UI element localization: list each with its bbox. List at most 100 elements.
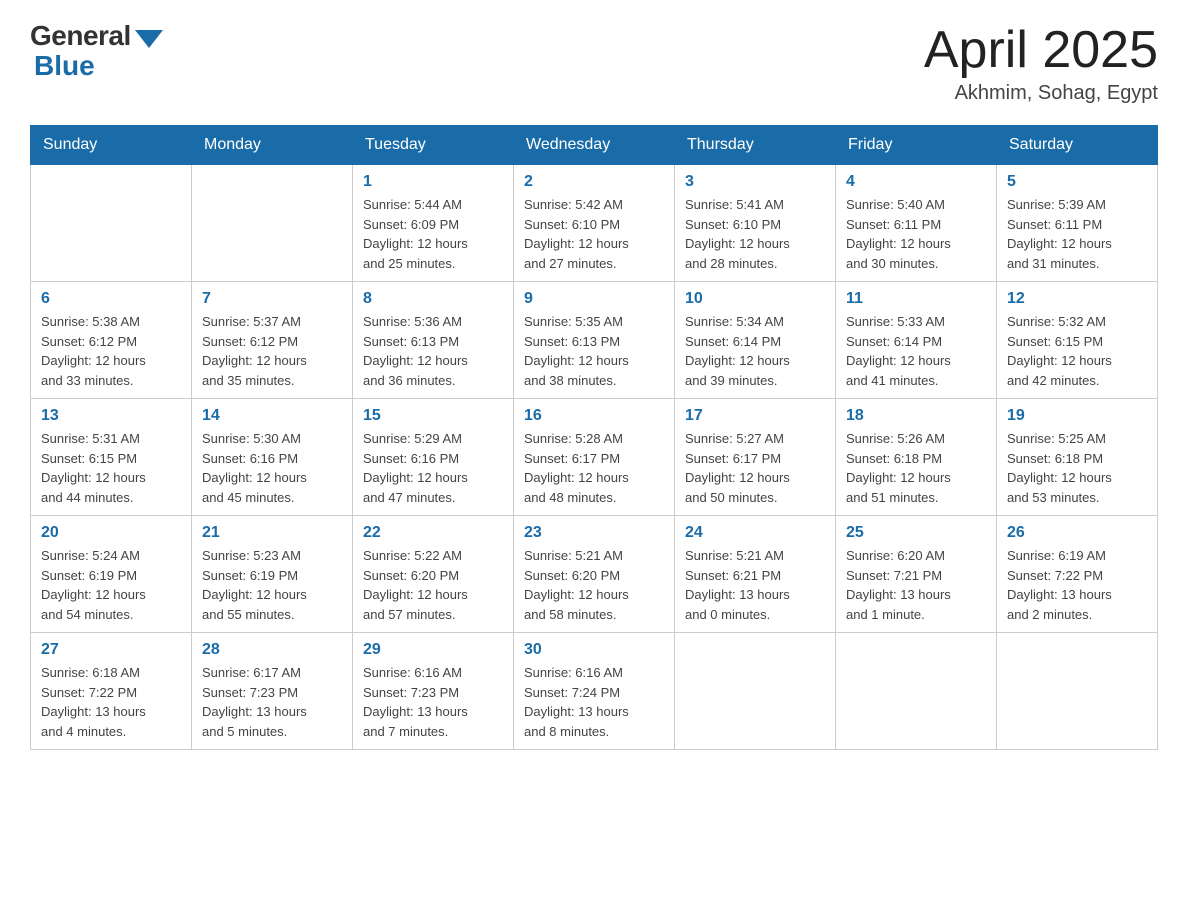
calendar-cell: 30 Sunrise: 6:16 AM Sunset: 7:24 PM Dayli… xyxy=(514,633,675,750)
day-info: Sunrise: 5:22 AM Sunset: 6:20 PM Dayligh… xyxy=(363,546,503,624)
weekday-header-wednesday: Wednesday xyxy=(514,126,675,165)
calendar-cell: 13 Sunrise: 5:31 AM Sunset: 6:15 PM Dayli… xyxy=(31,399,192,516)
calendar-cell: 15Sunrise: 5:29 AM Sunset: 6:16 PM Dayli… xyxy=(353,399,514,516)
day-number: 23 xyxy=(524,524,664,542)
day-number: 14 xyxy=(202,407,342,425)
day-number: 12 xyxy=(1007,290,1147,308)
day-info: Sunrise: 5:28 AM Sunset: 6:17 PM Dayligh… xyxy=(524,429,664,507)
day-info: Sunrise: 6:19 AM Sunset: 7:22 PM Dayligh… xyxy=(1007,546,1147,624)
page-header: General Blue April 2025 Akhmim, Sohag, E… xyxy=(30,20,1158,105)
day-number: 17 xyxy=(685,407,825,425)
weekday-header-sunday: Sunday xyxy=(31,126,192,165)
weekday-header-monday: Monday xyxy=(192,126,353,165)
day-info: Sunrise: 5:35 AM Sunset: 6:13 PM Dayligh… xyxy=(524,312,664,390)
day-info: Sunrise: 6:16 AM Sunset: 7:23 PM Dayligh… xyxy=(363,663,503,741)
day-info: Sunrise: 5:40 AM Sunset: 6:11 PM Dayligh… xyxy=(846,195,986,273)
day-info: Sunrise: 6:16 AM Sunset: 7:24 PM Dayligh… xyxy=(524,663,664,741)
day-number: 18 xyxy=(846,407,986,425)
calendar-cell: 19 Sunrise: 5:25 AM Sunset: 6:18 PM Dayli… xyxy=(997,399,1158,516)
calendar-cell: 6 Sunrise: 5:38 AM Sunset: 6:12 PM Daylig… xyxy=(31,282,192,399)
logo: General Blue xyxy=(30,20,163,82)
calendar-week-row: 6 Sunrise: 5:38 AM Sunset: 6:12 PM Daylig… xyxy=(31,282,1158,399)
weekday-header-friday: Friday xyxy=(836,126,997,165)
calendar-cell: 1Sunrise: 5:44 AM Sunset: 6:09 PM Daylig… xyxy=(353,165,514,282)
calendar-cell: 20 Sunrise: 5:24 AM Sunset: 6:19 PM Dayli… xyxy=(31,516,192,633)
day-number: 30 xyxy=(524,641,664,659)
calendar-cell: 26 Sunrise: 6:19 AM Sunset: 7:22 PM Dayli… xyxy=(997,516,1158,633)
day-info: Sunrise: 5:30 AM Sunset: 6:16 PM Dayligh… xyxy=(202,429,342,507)
logo-blue-text: Blue xyxy=(34,50,95,82)
day-info: Sunrise: 5:36 AM Sunset: 6:13 PM Dayligh… xyxy=(363,312,503,390)
weekday-header-saturday: Saturday xyxy=(997,126,1158,165)
day-number: 13 xyxy=(41,407,181,425)
calendar-cell: 23 Sunrise: 5:21 AM Sunset: 6:20 PM Dayli… xyxy=(514,516,675,633)
calendar-cell: 7Sunrise: 5:37 AM Sunset: 6:12 PM Daylig… xyxy=(192,282,353,399)
calendar-cell: 21Sunrise: 5:23 AM Sunset: 6:19 PM Dayli… xyxy=(192,516,353,633)
day-number: 8 xyxy=(363,290,503,308)
day-number: 6 xyxy=(41,290,181,308)
logo-general-text: General xyxy=(30,20,131,52)
calendar-week-row: 1Sunrise: 5:44 AM Sunset: 6:09 PM Daylig… xyxy=(31,165,1158,282)
day-info: Sunrise: 5:21 AM Sunset: 6:20 PM Dayligh… xyxy=(524,546,664,624)
day-number: 24 xyxy=(685,524,825,542)
calendar-cell: 9 Sunrise: 5:35 AM Sunset: 6:13 PM Daylig… xyxy=(514,282,675,399)
calendar-cell xyxy=(997,633,1158,750)
day-info: Sunrise: 5:33 AM Sunset: 6:14 PM Dayligh… xyxy=(846,312,986,390)
day-number: 20 xyxy=(41,524,181,542)
calendar-cell: 14 Sunrise: 5:30 AM Sunset: 6:16 PM Dayli… xyxy=(192,399,353,516)
calendar-cell xyxy=(836,633,997,750)
day-number: 25 xyxy=(846,524,986,542)
day-number: 27 xyxy=(41,641,181,659)
weekday-header-tuesday: Tuesday xyxy=(353,126,514,165)
day-info: Sunrise: 5:21 AM Sunset: 6:21 PM Dayligh… xyxy=(685,546,825,624)
day-number: 2 xyxy=(524,173,664,191)
day-number: 26 xyxy=(1007,524,1147,542)
calendar-cell: 10 Sunrise: 5:34 AM Sunset: 6:14 PM Dayli… xyxy=(675,282,836,399)
day-info: Sunrise: 5:29 AM Sunset: 6:16 PM Dayligh… xyxy=(363,429,503,507)
calendar-cell: 5 Sunrise: 5:39 AM Sunset: 6:11 PM Daylig… xyxy=(997,165,1158,282)
day-info: Sunrise: 6:17 AM Sunset: 7:23 PM Dayligh… xyxy=(202,663,342,741)
day-info: Sunrise: 5:25 AM Sunset: 6:18 PM Dayligh… xyxy=(1007,429,1147,507)
day-number: 10 xyxy=(685,290,825,308)
calendar-week-row: 27 Sunrise: 6:18 AM Sunset: 7:22 PM Dayli… xyxy=(31,633,1158,750)
calendar-cell: 27 Sunrise: 6:18 AM Sunset: 7:22 PM Dayli… xyxy=(31,633,192,750)
calendar-cell xyxy=(31,165,192,282)
calendar-cell: 2 Sunrise: 5:42 AM Sunset: 6:10 PM Daylig… xyxy=(514,165,675,282)
day-number: 16 xyxy=(524,407,664,425)
day-info: Sunrise: 5:27 AM Sunset: 6:17 PM Dayligh… xyxy=(685,429,825,507)
calendar-cell: 17 Sunrise: 5:27 AM Sunset: 6:17 PM Dayli… xyxy=(675,399,836,516)
day-info: Sunrise: 5:31 AM Sunset: 6:15 PM Dayligh… xyxy=(41,429,181,507)
day-number: 9 xyxy=(524,290,664,308)
day-info: Sunrise: 5:38 AM Sunset: 6:12 PM Dayligh… xyxy=(41,312,181,390)
day-number: 28 xyxy=(202,641,342,659)
calendar-cell: 8 Sunrise: 5:36 AM Sunset: 6:13 PM Daylig… xyxy=(353,282,514,399)
weekday-header-thursday: Thursday xyxy=(675,126,836,165)
day-info: Sunrise: 5:41 AM Sunset: 6:10 PM Dayligh… xyxy=(685,195,825,273)
day-number: 19 xyxy=(1007,407,1147,425)
day-info: Sunrise: 5:24 AM Sunset: 6:19 PM Dayligh… xyxy=(41,546,181,624)
day-info: Sunrise: 6:18 AM Sunset: 7:22 PM Dayligh… xyxy=(41,663,181,741)
calendar-week-row: 20 Sunrise: 5:24 AM Sunset: 6:19 PM Dayli… xyxy=(31,516,1158,633)
day-number: 3 xyxy=(685,173,825,191)
day-info: Sunrise: 5:42 AM Sunset: 6:10 PM Dayligh… xyxy=(524,195,664,273)
month-title: April 2025 xyxy=(924,20,1158,80)
day-info: Sunrise: 5:37 AM Sunset: 6:12 PM Dayligh… xyxy=(202,312,342,390)
calendar-cell: 22 Sunrise: 5:22 AM Sunset: 6:20 PM Dayli… xyxy=(353,516,514,633)
day-info: Sunrise: 5:44 AM Sunset: 6:09 PM Dayligh… xyxy=(363,195,503,273)
calendar-cell xyxy=(675,633,836,750)
day-info: Sunrise: 5:34 AM Sunset: 6:14 PM Dayligh… xyxy=(685,312,825,390)
logo-triangle-icon xyxy=(135,30,163,48)
day-number: 29 xyxy=(363,641,503,659)
calendar-cell: 12 Sunrise: 5:32 AM Sunset: 6:15 PM Dayli… xyxy=(997,282,1158,399)
day-number: 22 xyxy=(363,524,503,542)
calendar-table: SundayMondayTuesdayWednesdayThursdayFrid… xyxy=(30,125,1158,750)
calendar-week-row: 13 Sunrise: 5:31 AM Sunset: 6:15 PM Dayli… xyxy=(31,399,1158,516)
day-info: Sunrise: 5:32 AM Sunset: 6:15 PM Dayligh… xyxy=(1007,312,1147,390)
day-number: 5 xyxy=(1007,173,1147,191)
day-info: Sunrise: 6:20 AM Sunset: 7:21 PM Dayligh… xyxy=(846,546,986,624)
day-number: 21 xyxy=(202,524,342,542)
calendar-cell: 24 Sunrise: 5:21 AM Sunset: 6:21 PM Dayli… xyxy=(675,516,836,633)
calendar-cell: 18Sunrise: 5:26 AM Sunset: 6:18 PM Dayli… xyxy=(836,399,997,516)
calendar-cell xyxy=(192,165,353,282)
day-info: Sunrise: 5:39 AM Sunset: 6:11 PM Dayligh… xyxy=(1007,195,1147,273)
